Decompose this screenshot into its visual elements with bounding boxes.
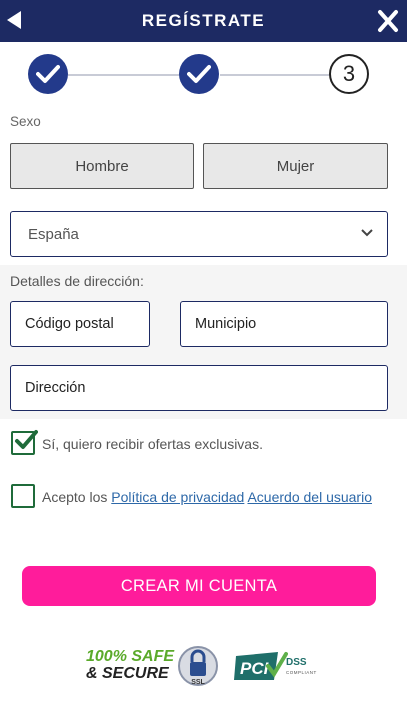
safe-secure-badge: 100% SAFE & SECURE xyxy=(86,648,174,682)
offers-checkbox[interactable] xyxy=(11,430,38,455)
checkmark-icon xyxy=(15,430,38,449)
security-badges: 100% SAFE & SECURE SSL PCI DSS COMPLIANT xyxy=(0,640,407,690)
address-label: Detalles de dirección: xyxy=(10,273,144,289)
terms-checkbox[interactable] xyxy=(11,484,35,508)
progress-stepper: 3 xyxy=(0,54,407,96)
compliant-text: COMPLIANT xyxy=(286,670,317,675)
terms-prefix: Acepto los xyxy=(42,489,112,505)
checkmark-icon xyxy=(36,65,60,83)
user-agreement-link[interactable]: Acuerdo del usuario xyxy=(247,489,372,505)
safe-badge-line2: & SECURE xyxy=(86,665,169,682)
country-select[interactable]: España xyxy=(10,211,388,257)
city-input[interactable]: Municipio xyxy=(180,301,388,347)
step-1-complete xyxy=(28,54,68,94)
gender-female-button[interactable]: Mujer xyxy=(203,143,388,189)
pci-text: PCI xyxy=(240,659,270,678)
street-address-input[interactable]: Dirección xyxy=(10,365,388,411)
ssl-lock-icon: SSL xyxy=(178,646,218,686)
postal-code-input[interactable]: Código postal xyxy=(10,301,150,347)
ssl-text: SSL xyxy=(191,679,205,686)
city-placeholder: Municipio xyxy=(195,316,257,332)
gender-label: Sexo xyxy=(10,114,41,129)
page-title: REGÍSTRATE xyxy=(141,11,266,30)
terms-label: Acepto los Política de privacidad Acuerd… xyxy=(42,487,382,507)
create-account-button[interactable]: CREAR MI CUENTA xyxy=(22,566,376,606)
checkmark-icon xyxy=(187,65,211,83)
dss-text: DSS xyxy=(286,657,307,668)
privacy-policy-link[interactable]: Política de privacidad xyxy=(111,489,244,505)
step-connector xyxy=(68,74,180,76)
postal-code-placeholder: Código postal xyxy=(25,316,114,332)
street-address-placeholder: Dirección xyxy=(25,380,86,396)
close-icon[interactable] xyxy=(377,9,399,33)
pci-dss-badge: PCI DSS COMPLIANT xyxy=(234,650,316,687)
safe-badge-line1: 100% SAFE xyxy=(86,648,175,665)
gender-male-button[interactable]: Hombre xyxy=(10,143,194,189)
pci-logo-icon: PCI xyxy=(234,652,288,680)
header-bar: REGÍSTRATE xyxy=(0,0,407,42)
step-3-current: 3 xyxy=(329,54,369,94)
country-value: España xyxy=(28,226,79,243)
offers-label: Sí, quiero recibir ofertas exclusivas. xyxy=(42,436,263,452)
chevron-down-icon xyxy=(361,229,373,237)
step-connector xyxy=(220,74,330,76)
step-2-complete xyxy=(179,54,219,94)
